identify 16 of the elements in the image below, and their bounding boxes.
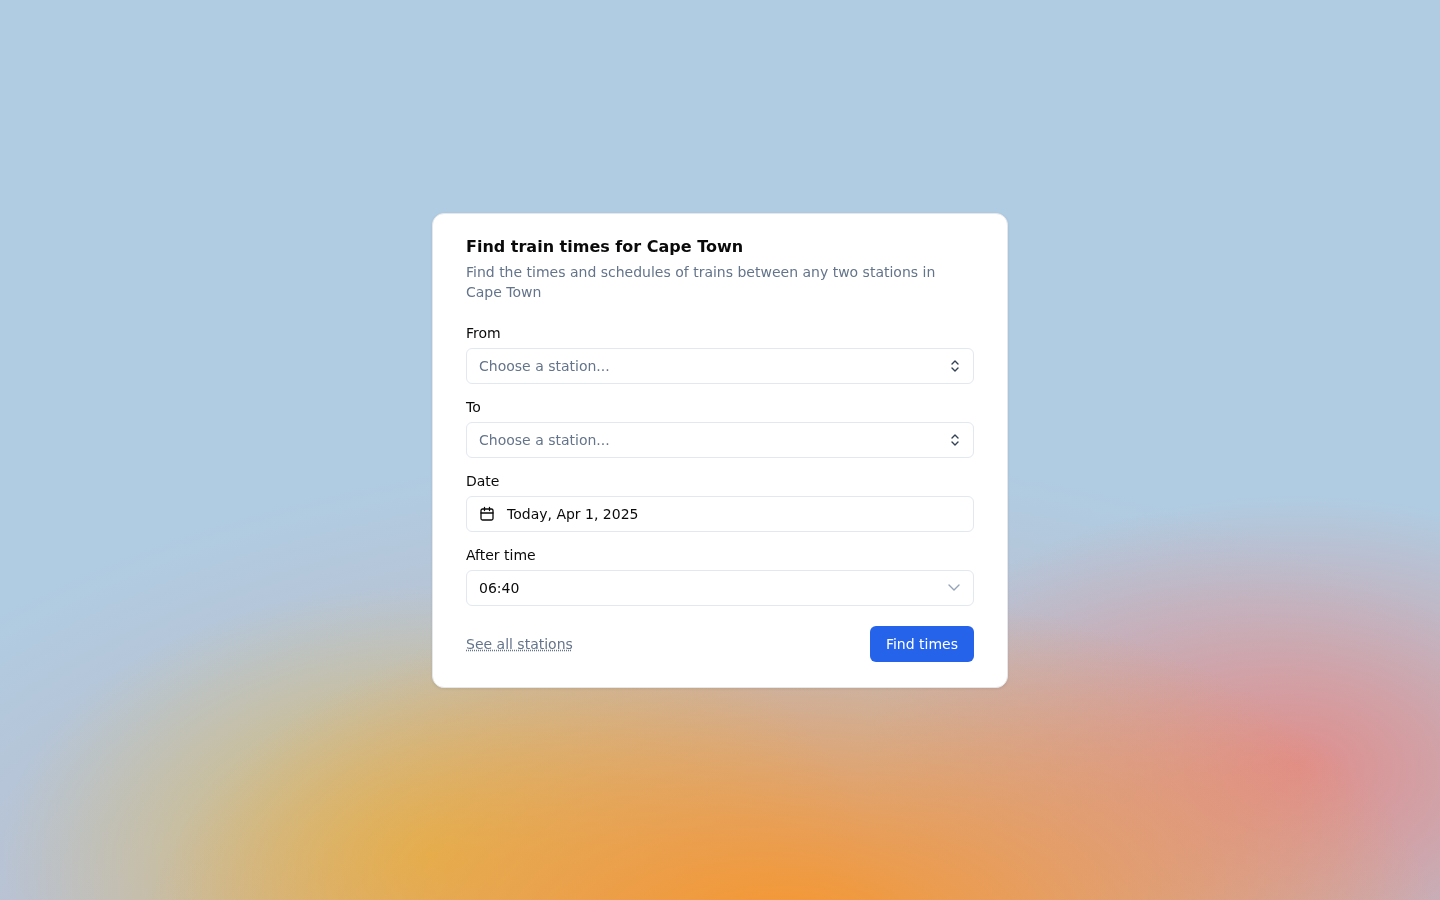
station-select[interactable]: Choose a station...	[466, 347, 974, 384]
calendar-icon	[479, 505, 495, 522]
station-select[interactable]: Choose a station...	[466, 421, 974, 458]
chevron-down-icon	[948, 584, 960, 591]
up-down-chevron-icon	[950, 432, 960, 447]
field-label: After time	[466, 545, 537, 564]
field-label: Date	[466, 471, 501, 490]
field-label: From	[466, 323, 502, 342]
up-down-chevron-icon	[950, 358, 960, 373]
field-label: To	[466, 397, 482, 416]
card-title: Find train times for Cape Town	[466, 236, 745, 257]
date-picker[interactable]: Today, Apr 1, 2025	[466, 495, 974, 532]
see-all-stations-link[interactable]: See all stations	[466, 635, 573, 652]
card-description: Find the times and schedules of trains between any two stations in Cape Town	[466, 262, 937, 302]
time-select[interactable]: 06:40	[466, 569, 974, 606]
find-times-button[interactable]: Find times	[869, 625, 974, 662]
